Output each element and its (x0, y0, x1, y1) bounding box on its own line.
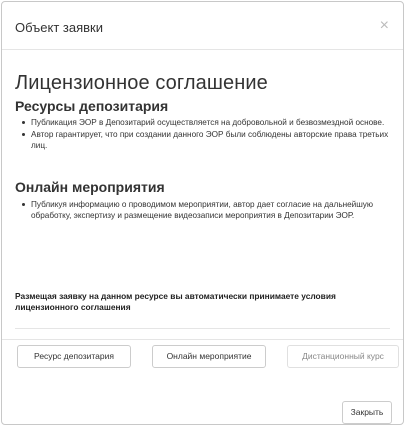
list-item: Автор гарантирует, что при создании данн… (22, 129, 391, 151)
application-object-modal: Объект заявки × Лицензионное соглашение … (1, 1, 404, 425)
close-icon[interactable]: × (380, 18, 389, 34)
divider (15, 328, 390, 329)
online-events-terms-list: Публикуя информацию о проводимом меропри… (22, 199, 391, 222)
close-button[interactable]: Закрыть (342, 401, 392, 424)
list-item: Публикуя информацию о проводимом меропри… (22, 199, 391, 221)
modal-header: Объект заявки × (2, 2, 403, 50)
modal-footer: Закрыть (2, 339, 403, 424)
section-title-online-events: Онлайн мероприятия (15, 179, 165, 195)
acceptance-notice: Размещая заявку на данном ресурсе вы авт… (15, 291, 336, 312)
section-title-depository: Ресурсы депозитария (15, 98, 169, 114)
depository-terms-list: Публикация ЭОР в Депозитарий осуществляе… (22, 117, 391, 152)
list-item: Публикация ЭОР в Депозитарий осуществляе… (22, 117, 391, 128)
license-agreement-title: Лицензионное соглашение (15, 72, 268, 94)
modal-title: Объект заявки (15, 20, 103, 35)
